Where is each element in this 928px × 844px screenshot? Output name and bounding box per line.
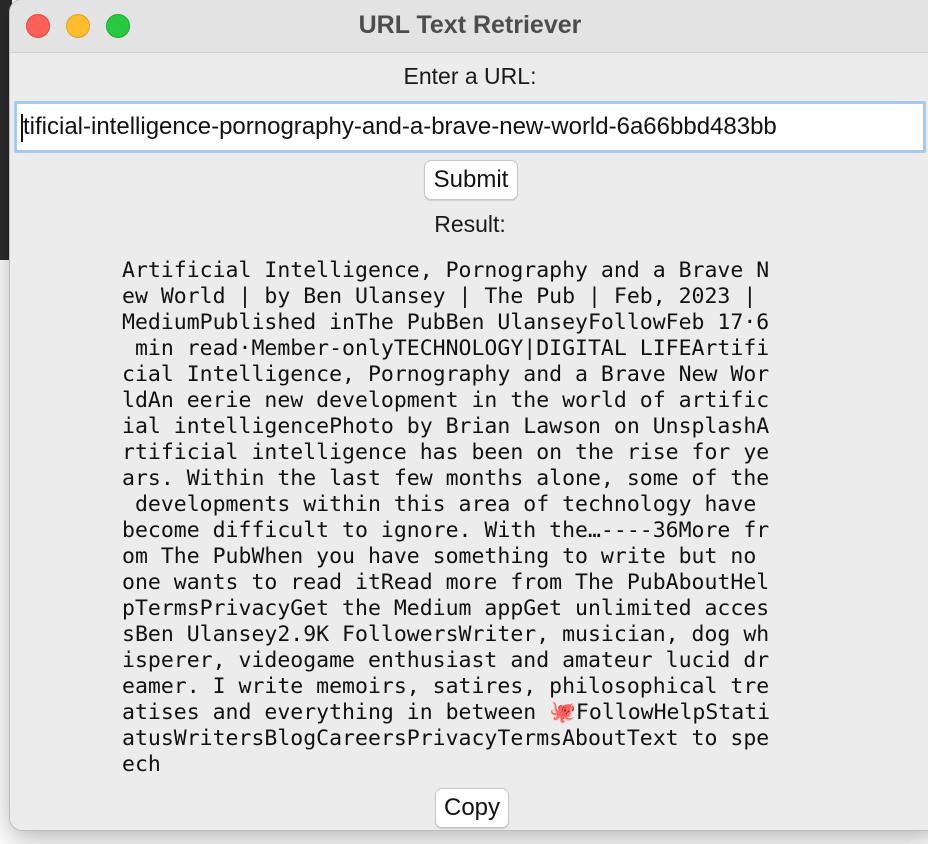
result-line: min read·Member-onlyTECHNOLOGY|DIGITAL L… [122,336,770,361]
result-line: om The PubWhen you have something to wri… [122,544,757,569]
title-bar[interactable]: URL Text Retriever [10,0,928,53]
result-line: isperer, videogame enthusiast and amateu… [122,648,770,673]
result-line: ech [122,752,161,777]
copy-button[interactable]: Copy [435,788,509,828]
result-line: ldAn eerie new development in the world … [122,388,770,413]
url-input-value: tificial-intelligence-pornography-and-a-… [23,113,777,140]
result-line: cial Intelligence, Pornography and a Bra… [122,362,770,387]
result-line: Artificial Intelligence, Pornography and… [122,258,770,283]
result-line: eamer. I write memoirs, satires, philoso… [122,674,770,699]
result-label: Result: [434,211,506,237]
app-window: URL Text Retriever Enter a URL: tificial… [10,0,928,830]
url-input[interactable]: tificial-intelligence-pornography-and-a-… [14,101,926,153]
submit-button[interactable]: Submit [424,160,518,200]
result-line: MediumPublished inThe PubBen UlanseyFoll… [122,310,770,335]
result-line: ew World | by Ben Ulansey | The Pub | Fe… [122,284,757,309]
result-line: one wants to read itRead more from The P… [122,570,770,595]
main-content: Enter a URL: tificial-intelligence-porno… [10,53,928,830]
result-line: ial intelligencePhoto by Brian Lawson on… [122,414,770,439]
result-line: atises and everything in between 🐙Follow… [122,700,771,725]
result-line: sBen Ulansey2.9K FollowersWriter, musici… [122,622,770,647]
url-label: Enter a URL: [403,63,537,89]
result-line: ars. Within the last few months alone, s… [122,466,770,491]
result-line: atusWritersBlogCareersPrivacyTermsAboutT… [122,726,770,751]
result-line: rtificial intelligence has been on the r… [122,440,770,465]
desktop: URL Text Retriever Enter a URL: tificial… [0,0,928,844]
window-title: URL Text Retriever [358,11,582,39]
result-text: Artificial Intelligence, Pornography and… [122,258,827,778]
result-line: pTermsPrivacyGet the Medium appGet unlim… [122,596,770,621]
result-line: developments within this area of technol… [122,492,757,517]
result-line: become difficult to ignore. With the…---… [122,518,770,543]
